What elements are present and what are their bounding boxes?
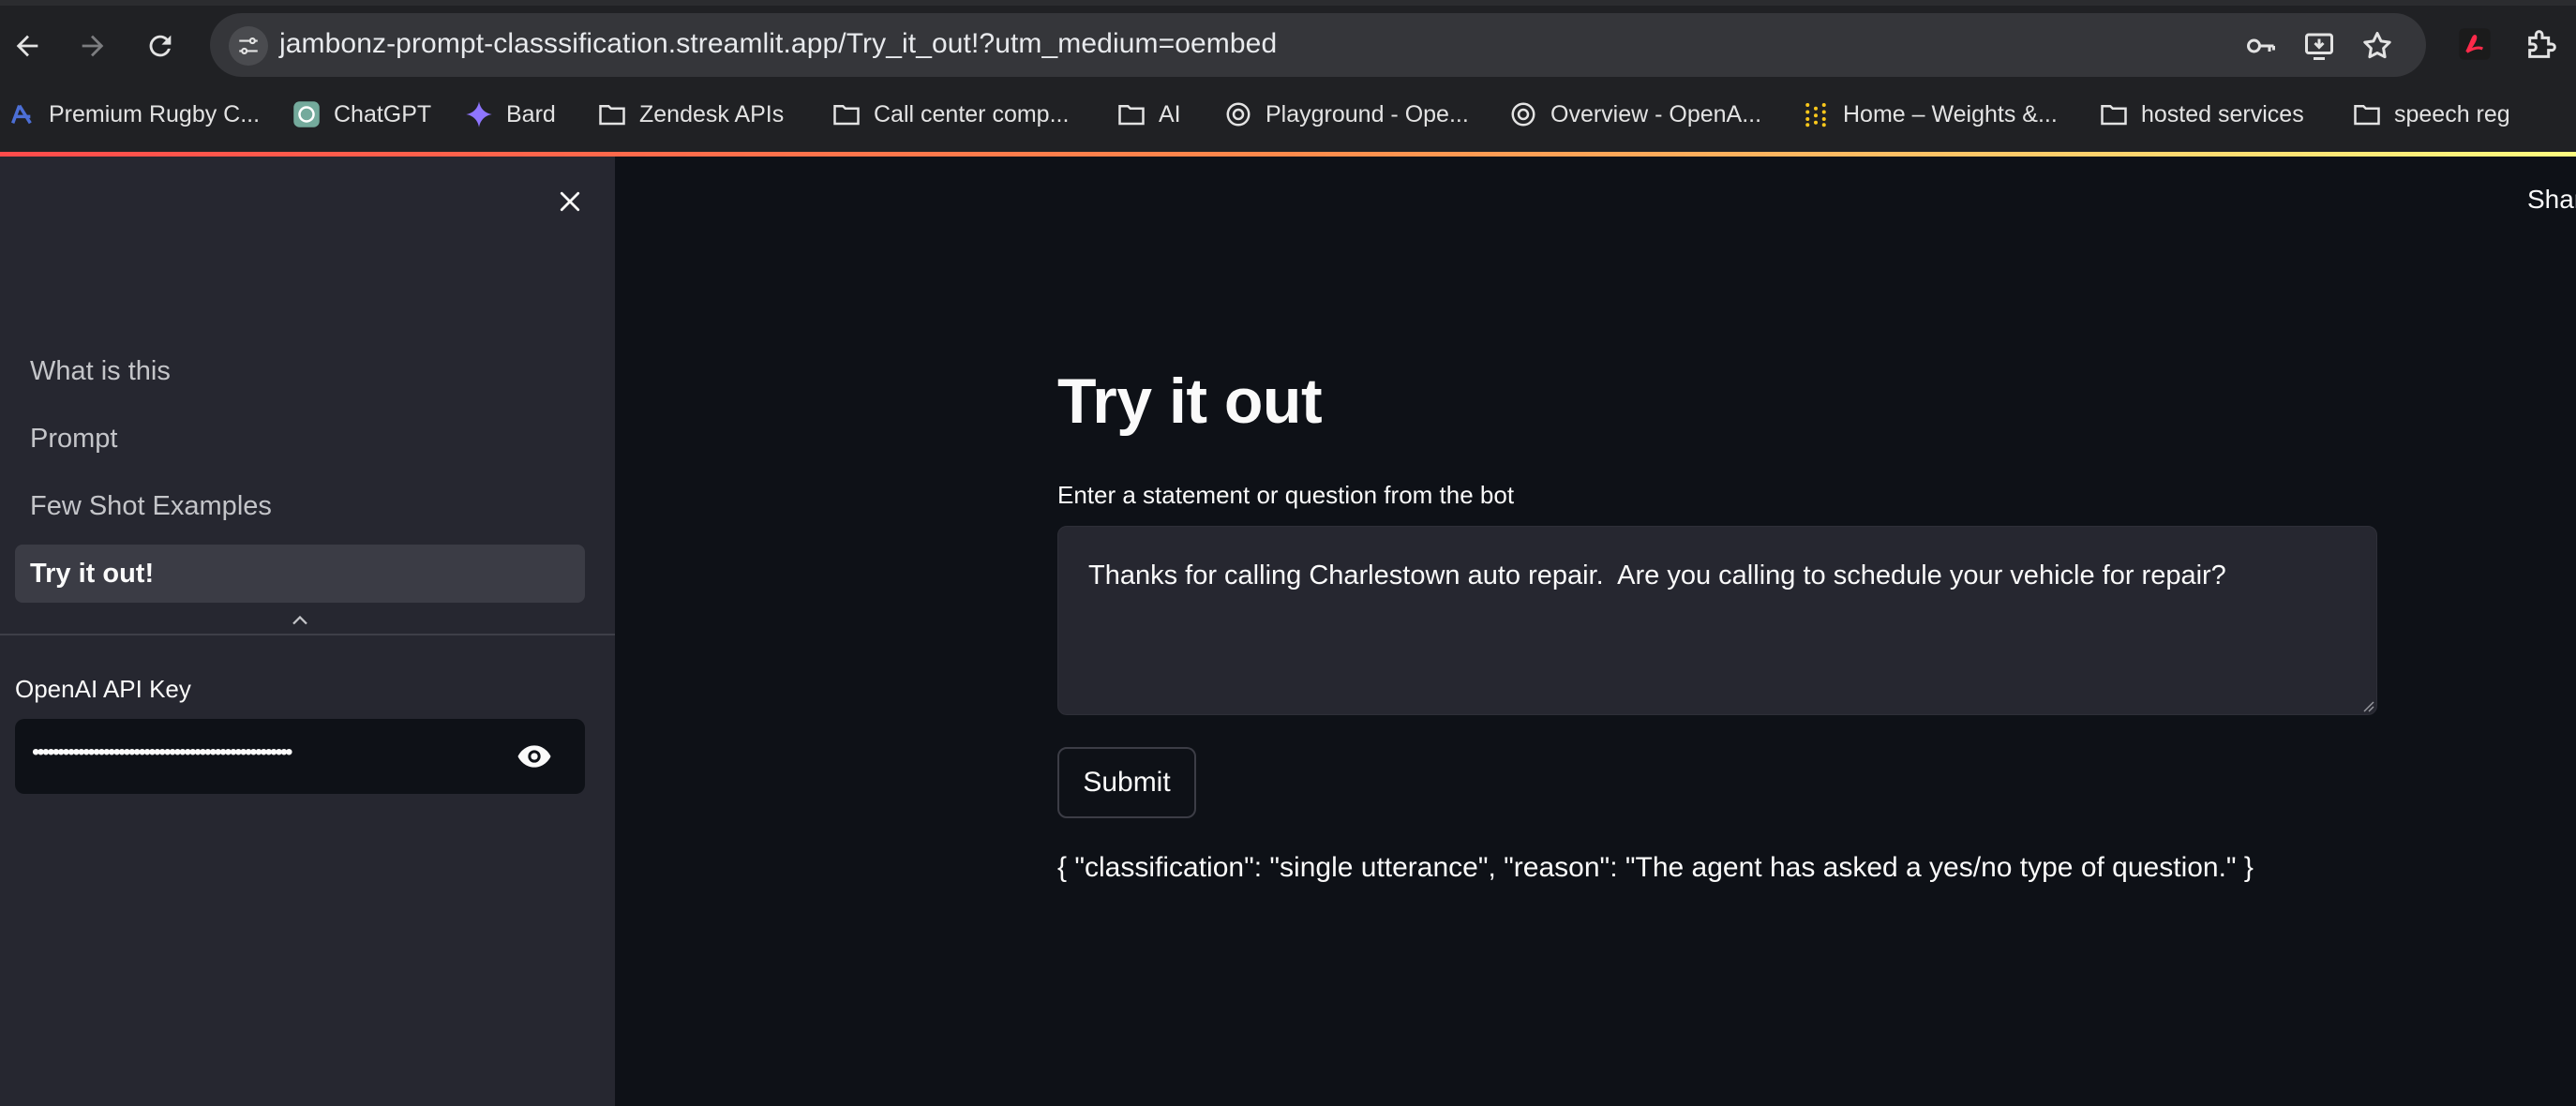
statement-textarea-value[interactable]: Thanks for calling Charlestown auto repa… [1088,560,2226,591]
sidebar-item-what-is-this[interactable]: What is this [15,342,585,400]
acrobat-extension-icon[interactable] [2456,25,2494,63]
site-info-icon[interactable] [229,26,268,66]
bookmark-bard[interactable]: Bard [465,97,556,131]
sidebar-item-few-shot-examples[interactable]: Few Shot Examples [15,477,585,535]
statement-textarea[interactable]: Thanks for calling Charlestown auto repa… [1057,526,2377,715]
api-key-value[interactable]: ••••••••••••••••••••••••••••••••••••••••… [32,740,491,773]
share-button[interactable]: Shar [2527,185,2576,215]
wandb-favicon [1802,100,1830,128]
eye-icon[interactable] [514,738,555,775]
folder-icon [1117,100,1146,128]
folder-icon [2100,100,2128,128]
bookmark-ai[interactable]: AI [1117,97,1181,131]
bard-sparkle-favicon [465,100,493,128]
folder-icon [2353,100,2381,128]
extensions-puzzle-icon[interactable] [2524,25,2561,63]
folder-icon [832,100,861,128]
bookmark-playground[interactable]: Playground - Ope... [1224,97,1469,131]
close-sidebar-icon[interactable] [549,181,591,222]
classification-result: { "classification": "single utterance", … [1057,852,2254,883]
sidebar-divider [0,634,615,635]
browser-chrome: jambonz-prompt-classsification.streamlit… [0,0,2576,157]
resize-handle-icon[interactable] [2361,699,2374,712]
statement-input-label: Enter a statement or question from the b… [1057,481,1515,509]
submit-button[interactable]: Submit [1057,747,1196,818]
bookmark-overview-openai[interactable]: Overview - OpenA... [1509,97,1761,131]
folder-icon [598,100,626,128]
tab-strip-edge [0,0,2576,6]
bookmark-hosted-services[interactable]: hosted services [2100,97,2304,131]
bookmark-speech-reg[interactable]: speech reg [2353,97,2510,131]
password-key-icon[interactable] [2244,29,2278,63]
main-content: Shar Try it out Enter a statement or que… [615,157,2576,1106]
install-app-icon[interactable] [2302,29,2336,63]
bookmark-call-center[interactable]: Call center comp... [832,97,1069,131]
back-arrow-icon[interactable] [6,24,49,67]
bookmarks-bar: Premium Rugby C... ChatGPT Bard Zendesk … [0,90,2576,137]
bookmark-premium-rugby[interactable]: Premium Rugby C... [7,97,260,131]
bookmark-zendesk-apis[interactable]: Zendesk APIs [598,97,784,131]
sidebar: What is this Prompt Few Shot Examples Tr… [0,157,615,1106]
bookmark-weights-biases[interactable]: Home – Weights &... [1802,97,2058,131]
openai-favicon [1509,100,1537,128]
bookmark-star-icon[interactable] [2360,29,2394,63]
api-key-label: OpenAI API Key [15,675,191,703]
address-bar[interactable]: jambonz-prompt-classsification.streamlit… [210,13,2426,77]
rugby-favicon [7,100,36,128]
forward-arrow-icon[interactable] [71,24,114,67]
reload-icon[interactable] [139,24,182,67]
page-title: Try it out [1057,366,1323,437]
url-text[interactable]: jambonz-prompt-classsification.streamlit… [279,28,1277,60]
api-key-field[interactable]: ••••••••••••••••••••••••••••••••••••••••… [15,719,585,794]
sidebar-item-try-it-out[interactable]: Try it out! [15,545,585,603]
openai-favicon [1224,100,1252,128]
chevron-up-icon[interactable] [285,608,315,633]
sidebar-item-prompt[interactable]: Prompt [15,410,585,468]
bookmark-chatgpt[interactable]: ChatGPT [292,97,431,131]
openai-favicon [292,100,321,128]
